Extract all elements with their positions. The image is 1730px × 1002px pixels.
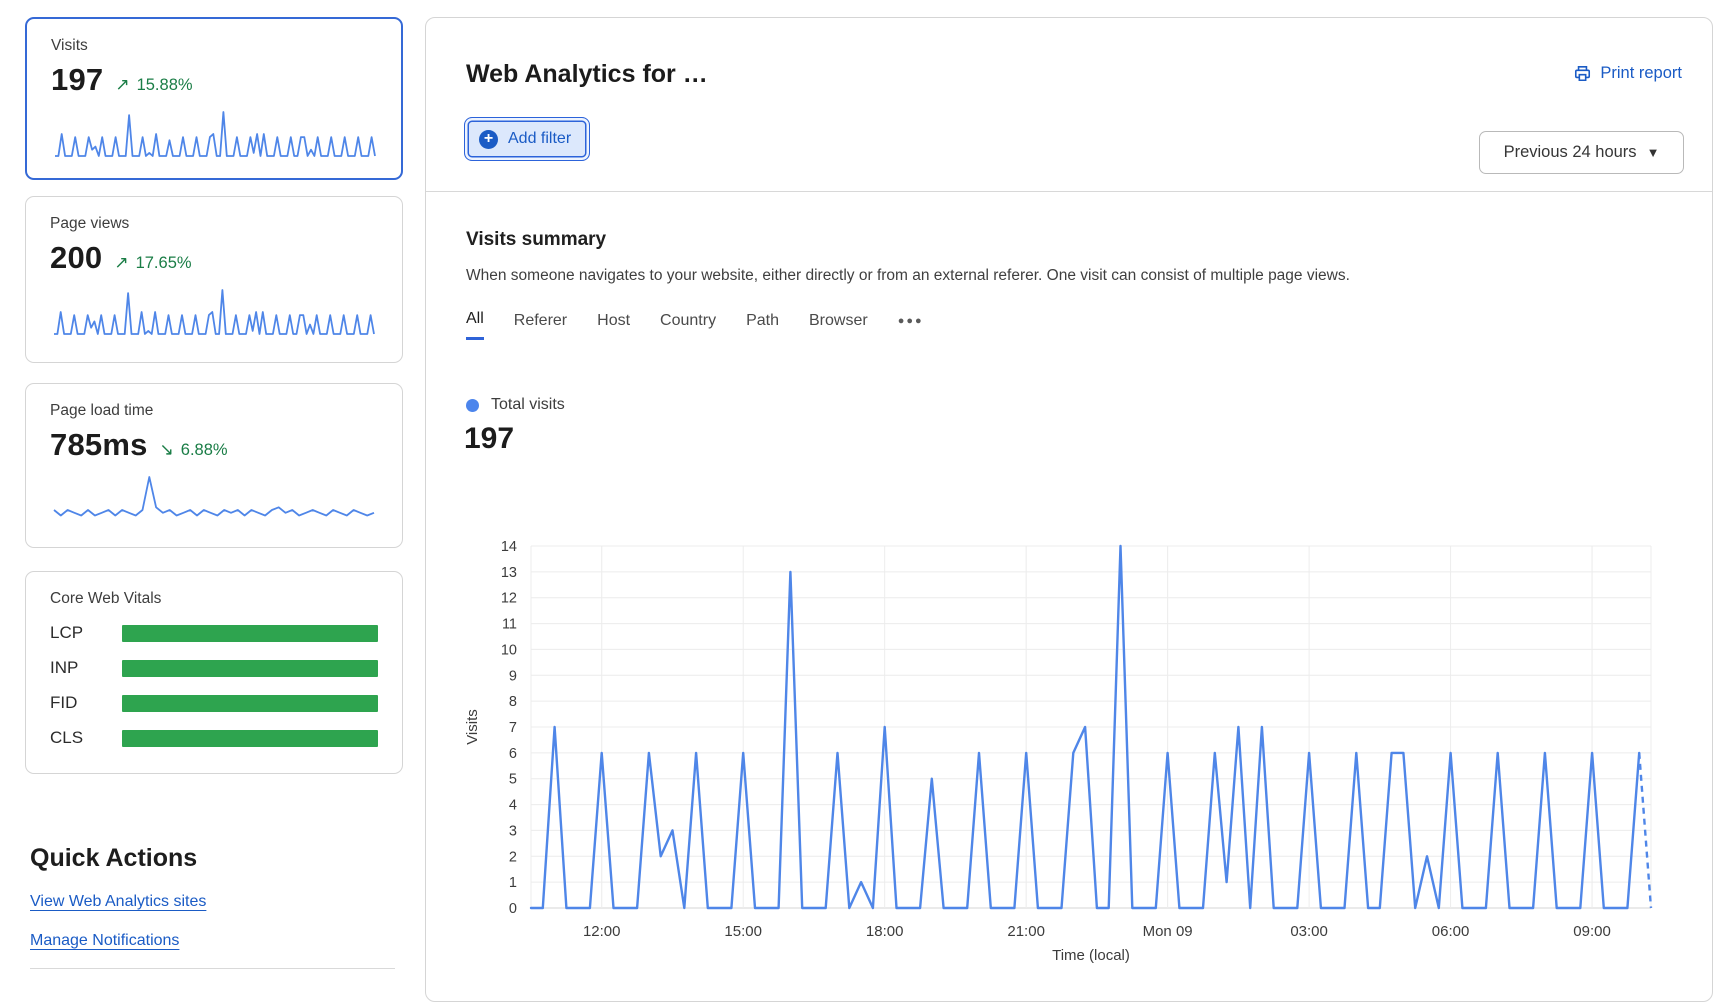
- visits-line-chart: 0123456789101112131412:0015:0018:0021:00…: [441, 536, 1691, 981]
- svg-text:0: 0: [509, 901, 517, 917]
- tab-path[interactable]: Path: [746, 312, 779, 339]
- trend-up-icon: ↗: [115, 75, 129, 95]
- svg-text:Visits: Visits: [464, 709, 481, 745]
- legend-label: Total visits: [491, 396, 565, 414]
- svg-text:9: 9: [509, 668, 517, 684]
- svg-text:11: 11: [502, 617, 517, 633]
- vital-row-lcp: LCP: [50, 623, 378, 643]
- trend-value: 17.65%: [136, 254, 192, 273]
- trend-down-icon: ↘: [160, 440, 174, 460]
- vital-row-inp: INP: [50, 658, 378, 678]
- print-report-label: Print report: [1600, 64, 1682, 83]
- stat-card-page-load-time[interactable]: Page load time 785ms ↘ 6.88%: [25, 383, 403, 548]
- svg-text:8: 8: [509, 694, 517, 710]
- vital-row-cls: CLS: [50, 728, 378, 748]
- more-tabs-icon[interactable]: ●●●: [898, 315, 924, 336]
- vital-name: INP: [50, 658, 122, 678]
- tab-browser[interactable]: Browser: [809, 312, 868, 339]
- svg-text:7: 7: [509, 720, 517, 736]
- svg-text:5: 5: [509, 772, 517, 788]
- svg-text:12:00: 12:00: [583, 923, 621, 940]
- visits-summary-title: Visits summary: [466, 229, 606, 251]
- vital-name: FID: [50, 693, 122, 713]
- svg-text:15:00: 15:00: [724, 923, 762, 940]
- tab-host[interactable]: Host: [597, 312, 630, 339]
- svg-text:14: 14: [501, 539, 517, 555]
- svg-text:12: 12: [501, 591, 517, 607]
- svg-text:Mon 09: Mon 09: [1143, 923, 1193, 940]
- svg-text:10: 10: [501, 642, 517, 658]
- svg-text:4: 4: [509, 798, 517, 814]
- stat-card-trend: ↗ 15.88%: [115, 75, 192, 95]
- svg-text:09:00: 09:00: [1573, 923, 1611, 940]
- stat-card-label: Page views: [50, 215, 378, 233]
- stat-card-trend: ↗ 17.65%: [114, 253, 191, 273]
- divider: [30, 968, 395, 969]
- core-web-vitals-card: Core Web Vitals LCP INP FID CLS: [25, 571, 403, 774]
- svg-text:Time (local): Time (local): [1052, 947, 1130, 964]
- vital-row-fid: FID: [50, 693, 378, 713]
- svg-text:06:00: 06:00: [1432, 923, 1470, 940]
- divider: [426, 191, 1712, 192]
- stat-card-visits[interactable]: Visits 197 ↗ 15.88%: [25, 17, 403, 180]
- chevron-down-icon: ▼: [1647, 145, 1660, 160]
- chart-legend: Total visits: [466, 396, 565, 414]
- stat-card-value: 197: [51, 62, 103, 98]
- page-views-sparkline: [50, 284, 378, 338]
- core-web-vitals-label: Core Web Vitals: [50, 590, 378, 608]
- svg-text:2: 2: [509, 849, 517, 865]
- trend-up-icon: ↗: [114, 253, 128, 273]
- stat-card-label: Page load time: [50, 402, 378, 420]
- svg-text:6: 6: [509, 746, 517, 762]
- legend-dot-icon: [466, 399, 479, 412]
- stat-card-page-views[interactable]: Page views 200 ↗ 17.65%: [25, 196, 403, 363]
- dimension-tabs: All Referer Host Country Path Browser ●●…: [466, 310, 924, 340]
- time-range-value: Previous 24 hours: [1504, 143, 1637, 162]
- visits-chart: 0123456789101112131412:0015:0018:0021:00…: [441, 536, 1691, 986]
- add-filter-label: Add filter: [508, 130, 571, 148]
- vital-bar-good: [122, 660, 378, 677]
- trend-value: 15.88%: [137, 76, 193, 95]
- stat-card-label: Visits: [51, 37, 377, 55]
- vital-name: LCP: [50, 623, 122, 643]
- tab-referer[interactable]: Referer: [514, 312, 567, 339]
- manage-notifications-link[interactable]: Manage Notifications: [30, 932, 179, 950]
- svg-text:18:00: 18:00: [866, 923, 904, 940]
- trend-value: 6.88%: [181, 441, 228, 460]
- web-analytics-panel: Web Analytics for … Print report + Add f…: [425, 17, 1713, 1002]
- vital-bar-good: [122, 625, 378, 642]
- page-load-sparkline: [50, 471, 378, 525]
- svg-text:3: 3: [509, 823, 517, 839]
- stat-card-value: 200: [50, 240, 102, 276]
- quick-actions-title: Quick Actions: [30, 844, 197, 873]
- vital-bar-good: [122, 695, 378, 712]
- plus-circle-icon: +: [479, 130, 498, 149]
- add-filter-button[interactable]: + Add filter: [464, 117, 590, 161]
- tab-all[interactable]: All: [466, 310, 484, 340]
- svg-text:1: 1: [509, 875, 517, 891]
- printer-icon: [1573, 64, 1592, 83]
- print-report-link[interactable]: Print report: [1573, 64, 1682, 83]
- svg-text:13: 13: [501, 565, 517, 581]
- svg-text:03:00: 03:00: [1290, 923, 1328, 940]
- page-title: Web Analytics for …: [466, 60, 708, 89]
- total-visits-value: 197: [464, 422, 514, 456]
- visits-summary-description: When someone navigates to your website, …: [466, 267, 1350, 285]
- stat-card-trend: ↘ 6.88%: [160, 440, 228, 460]
- stat-card-value: 785ms: [50, 427, 148, 463]
- view-web-analytics-sites-link[interactable]: View Web Analytics sites: [30, 893, 206, 911]
- svg-text:21:00: 21:00: [1007, 923, 1045, 940]
- time-range-dropdown[interactable]: Previous 24 hours ▼: [1479, 131, 1684, 174]
- tab-country[interactable]: Country: [660, 312, 716, 339]
- vital-name: CLS: [50, 728, 122, 748]
- visits-sparkline: [51, 106, 379, 160]
- vital-bar-good: [122, 730, 378, 747]
